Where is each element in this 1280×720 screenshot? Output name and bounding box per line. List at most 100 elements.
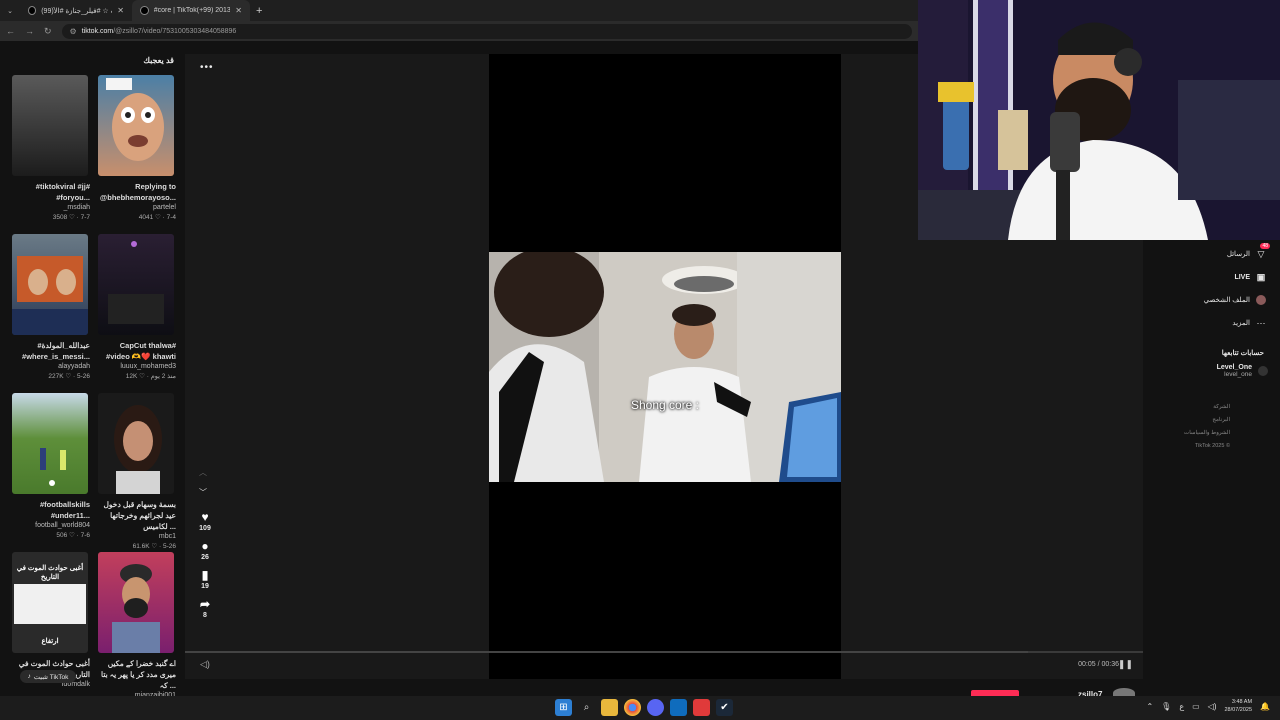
windows-taskbar: ⊞ ⌕ ✔ ⌃ 🎙 ع ▭ ◁) 3:48 AM 28/07/2025 🔔 (0, 696, 1280, 720)
nav-profile[interactable]: الملف الشخصي (1204, 295, 1266, 305)
outlook-icon[interactable] (670, 699, 687, 716)
browser-tab-1[interactable]: (99)هو طلب ☆ #فيلر_جنازة #الأ ... ✕ (20, 0, 132, 21)
video-username[interactable]: football_world804 (12, 521, 90, 531)
footer-link-company[interactable]: الشركة (1184, 401, 1230, 414)
site-info-icon[interactable]: ⚙ (70, 27, 77, 36)
woman-thumbnail-image (114, 405, 162, 494)
file-explorer-icon[interactable] (601, 699, 618, 716)
video-thumbnail[interactable] (12, 75, 88, 176)
volume-icon[interactable]: ◁) (200, 659, 210, 670)
install-tiktok-button[interactable]: ♪ تثبيت TikTok (20, 670, 76, 683)
following-avatar (1258, 366, 1268, 376)
video-player[interactable]: Shong core : (489, 54, 841, 679)
video-username[interactable]: _msdiah (12, 203, 90, 213)
thumbnail-bottom-text: ارتفاع (41, 638, 59, 645)
video-meta: 4041 ♡ · 7-4 (138, 214, 176, 221)
video-caption: #عبدالله_المولدة #where_is_messi... (22, 341, 90, 361)
footer-copyright: TikTok 2025 © (1194, 443, 1230, 449)
system-tray: ⌃ 🎙 ع ▭ ◁) 3:48 AM 28/07/2025 🔔 (1146, 698, 1270, 714)
video-username[interactable]: mbc1 (98, 532, 176, 542)
heart-icon[interactable]: ♥ (201, 511, 208, 523)
video-thumbnail[interactable]: أغبى حوادث الموت في التاريخ ارتفاع (12, 552, 88, 653)
network-icon[interactable]: ▭ (1192, 702, 1200, 711)
video-card[interactable]: #tiktokviral #jj# #foryou... _msdiah 350… (12, 75, 90, 223)
action-bar: ♥ 109 ● 26 ▮ 19 ➦ 8 (197, 511, 213, 619)
browser-tab-2[interactable]: #core | TikTok(+99) 2013_ ✕ (132, 0, 250, 21)
footer-link-terms[interactable]: الشروط والسياسات (1184, 427, 1230, 440)
video-progress-bar[interactable] (185, 651, 1143, 653)
following-account[interactable]: Level_One level_one (1217, 364, 1268, 378)
video-card[interactable]: CapCut thalwa# #video 🫶❤️ khawti luuux_m… (98, 234, 176, 382)
video-caption: بسمة وسهام قبل دخول عيد لجرائهم وخرجاتها… (103, 500, 176, 531)
steam-icon[interactable]: ✔ (716, 699, 733, 716)
clock-time: 3:48 AM (1231, 699, 1253, 705)
video-meta: 61.6K ♡ · 5-26 (132, 543, 176, 550)
video-card[interactable]: #footballskills #under11... football_wor… (12, 393, 90, 541)
pause-icon[interactable]: ❚❚ (1118, 659, 1133, 670)
video-card[interactable]: #عبدالله_المولدة #where_is_messi... alay… (12, 234, 90, 382)
video-thumbnail[interactable] (12, 393, 88, 494)
video-username[interactable]: alayyadah (12, 362, 90, 372)
video-thumbnail[interactable] (98, 75, 174, 176)
tab-title: #core | TikTok(+99) 2013_ (153, 7, 231, 14)
video-meta: 12K ♡ · منذ 2 يوم (125, 373, 176, 380)
video-thumbnail[interactable] (98, 234, 174, 335)
streaming-app-icon[interactable] (693, 699, 710, 716)
tab-search-icon[interactable]: ⌄ (0, 7, 20, 15)
clock[interactable]: 3:48 AM 28/07/2025 (1225, 698, 1253, 714)
video-caption: #tiktokviral #jj# #foryou... (35, 182, 90, 202)
back-icon[interactable]: ← (6, 26, 15, 36)
notification-icon[interactable]: 🔔 (1260, 702, 1270, 711)
video-time: 00:05 / 00:36 (1078, 661, 1119, 668)
video-caption: CapCut thalwa# #video 🫶❤️ khawti (106, 341, 176, 361)
like-count: 109 (199, 525, 211, 532)
nav-more[interactable]: المزيد ⋯ (1232, 318, 1266, 328)
new-tab-icon[interactable]: + (256, 5, 262, 17)
video-card[interactable]: اے گنبد خضرا کے مکیں میری مدد کر یا پھر … (98, 552, 176, 701)
comment-icon[interactable]: ● (201, 540, 208, 552)
share-count: 8 (203, 612, 207, 619)
taskbar-apps: ⊞ ⌕ ✔ (555, 699, 733, 716)
next-video-button[interactable]: ﹀ (199, 487, 207, 498)
footer-links: الشركة البرنامج الشروط والسياسات TikTok … (1184, 401, 1230, 453)
chrome-icon[interactable] (624, 699, 641, 716)
forward-icon[interactable]: → (25, 26, 34, 36)
bookmark-icon[interactable]: ▮ (202, 569, 209, 581)
footer-link-program[interactable]: البرنامج (1184, 414, 1230, 427)
video-thumbnail[interactable] (98, 393, 174, 494)
night-thumbnail-image (108, 241, 164, 324)
stadium-thumbnail-image (12, 256, 88, 335)
tray-overflow-icon[interactable]: ⌃ (1146, 702, 1153, 711)
video-thumbnail[interactable] (12, 234, 88, 335)
video-username[interactable]: partelel (98, 203, 176, 213)
url-field[interactable]: ⚙ tiktok.com/@zsillo7/video/753100530348… (61, 23, 912, 39)
volume-tray-icon[interactable]: ◁) (1208, 702, 1217, 711)
nav-live[interactable]: LIVE ▣ (1234, 272, 1266, 282)
windows-start-icon[interactable]: ⊞ (555, 699, 572, 716)
tiktok-favicon-icon (28, 6, 37, 15)
microphone-icon[interactable]: 🎙 (1161, 702, 1171, 711)
search-icon[interactable]: ⌕ (578, 699, 595, 716)
video-thumbnail[interactable] (98, 552, 174, 653)
video-frame: Shong core : (489, 252, 841, 482)
video-username[interactable]: luuux_mohamed3 (98, 362, 176, 372)
send-icon: ▽ 48 (1257, 243, 1270, 259)
video-card[interactable]: Replying to @bhebhemorayoso... partelel … (98, 75, 176, 223)
webcam-overlay (918, 0, 1280, 240)
keyboard-language[interactable]: ع (1179, 702, 1184, 711)
video-card[interactable]: بسمة وسهام قبل دخول عيد لجرائهم وخرجاتها… (98, 393, 176, 552)
video-meta: 506 ♡ · 7-6 (56, 532, 90, 539)
nav-label: المزيد (1232, 320, 1250, 327)
discord-icon[interactable] (647, 699, 664, 716)
nav-messages[interactable]: الرسائل ▽ 48 (1227, 243, 1270, 259)
address-bar-row: ← → ↻ ⚙ tiktok.com/@zsillo7/video/753100… (0, 21, 918, 41)
close-tab-icon[interactable]: ✕ (235, 6, 242, 15)
nav-label: الملف الشخصي (1203, 297, 1250, 304)
prev-video-button[interactable]: ︿ (199, 467, 207, 478)
reload-icon[interactable]: ↻ (44, 26, 52, 37)
share-icon[interactable]: ➦ (200, 598, 210, 610)
close-tab-icon[interactable]: ✕ (117, 6, 124, 15)
video-scene-image (489, 252, 841, 482)
more-dots-icon: ⋯ (1256, 317, 1266, 328)
more-options-icon[interactable]: ••• (200, 62, 214, 73)
